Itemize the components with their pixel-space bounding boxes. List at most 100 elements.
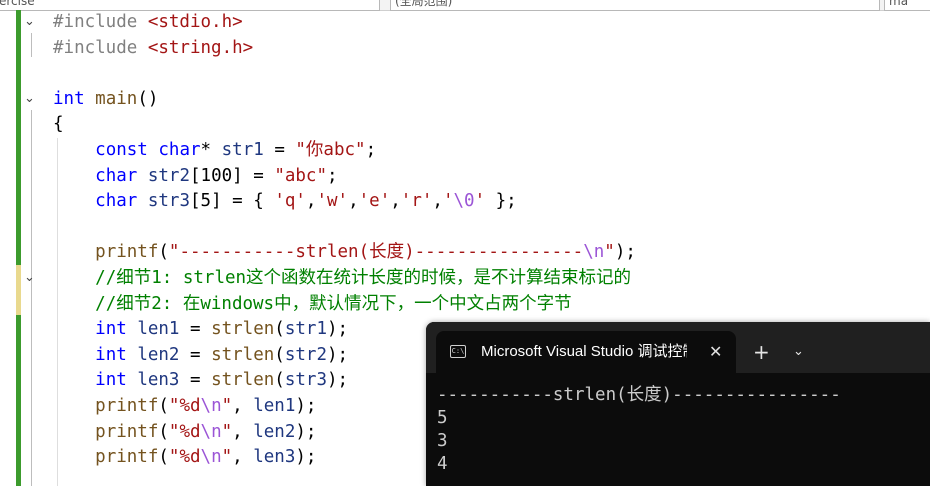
close-icon[interactable]: ✕: [709, 342, 722, 362]
code-token: char: [95, 165, 138, 186]
code-token: "%d: [168, 421, 201, 442]
code-token: =: [179, 370, 212, 391]
code-token: 'w': [316, 191, 349, 212]
code-token: str3: [284, 370, 327, 391]
change-bar-saved: [16, 10, 21, 265]
code-line[interactable]: printf("-----------strlen(长度)-----------…: [53, 240, 636, 266]
code-token: ,: [232, 395, 254, 416]
code-token: "-----------strlen(长度)----------------: [168, 242, 584, 263]
code-token: ": [221, 395, 233, 416]
code-token: (: [158, 421, 169, 442]
code-token: \n: [200, 447, 222, 468]
new-tab-button[interactable]: +: [753, 342, 770, 362]
code-line[interactable]: {: [53, 112, 636, 138]
code-line[interactable]: char str2[100] = "abc";: [53, 164, 636, 190]
code-token: ,: [390, 191, 401, 212]
code-token: const: [95, 139, 148, 160]
code-token: );: [327, 370, 349, 391]
console-tab-title: Microsoft Visual Studio 调试控制台: [481, 343, 687, 360]
code-token: \0: [453, 191, 475, 212]
collapse-chevron-icon[interactable]: ⌄: [24, 92, 38, 106]
code-token: "%d: [168, 395, 201, 416]
code-token: int: [53, 88, 85, 109]
code-token: "%d: [168, 447, 201, 468]
console-output-line: 5: [437, 408, 448, 428]
code-token: len1: [137, 319, 180, 340]
code-token: len2: [137, 344, 180, 365]
code-token: //细节2: 在windows中，默认情况下，一个中文占两个字节: [95, 293, 572, 314]
code-token: #include: [53, 37, 148, 58]
collapse-chevron-icon[interactable]: ⌄: [24, 271, 38, 285]
code-token: len1: [253, 395, 296, 416]
code-token: ': [442, 191, 454, 212]
code-token: ,: [305, 191, 317, 212]
code-token: ": [221, 447, 233, 468]
code-token: );: [295, 421, 317, 442]
code-token: #include: [53, 12, 148, 32]
code-token: 'e': [358, 191, 391, 212]
outline-guide: [31, 110, 32, 486]
change-bar-saved: [16, 315, 21, 486]
code-line[interactable]: char str3[5] = { 'q','w','e','r','\0' };: [53, 189, 636, 215]
code-line[interactable]: //细节1: strlen这个函数在统计长度的时候，是不计算结束标记的: [53, 266, 636, 292]
code-line[interactable]: int main(): [53, 87, 636, 113]
code-token: <string.h>: [147, 37, 254, 58]
console-tab[interactable]: C:\ Microsoft Visual Studio 调试控制台 ✕: [436, 331, 736, 373]
code-line[interactable]: [53, 61, 636, 87]
code-token: int: [95, 344, 127, 365]
code-token: \n: [583, 242, 605, 263]
console-tab-bar: C:\ Microsoft Visual Studio 调试控制台 ✕ + ⌄: [426, 322, 930, 373]
member-dropdown-label: ma: [889, 0, 909, 8]
code-line[interactable]: #include <stdio.h>: [53, 10, 636, 36]
code-token: strlen: [211, 344, 275, 365]
console-output-line: 4: [437, 454, 448, 474]
code-token: *: [200, 139, 222, 160]
code-line[interactable]: #include <string.h>: [53, 36, 636, 62]
code-token: ;: [327, 165, 338, 186]
code-token: int: [95, 370, 127, 391]
code-token: );: [295, 447, 317, 468]
code-token: printf: [95, 421, 159, 442]
change-bar-unsaved: [16, 265, 21, 315]
code-token: main: [95, 88, 138, 109]
code-token: \n: [200, 421, 222, 442]
code-token: ,: [232, 447, 254, 468]
code-token: 'r': [400, 191, 433, 212]
member-dropdown[interactable]: ma: [884, 0, 930, 11]
code-token: (: [158, 395, 169, 416]
code-line[interactable]: const char* str1 = "你abc";: [53, 138, 636, 164]
code-token: len3: [253, 447, 296, 468]
code-token: str2: [147, 165, 191, 186]
code-token: char: [95, 191, 138, 212]
code-token: ,: [232, 421, 254, 442]
code-token: "abc": [274, 165, 327, 186]
code-line[interactable]: //细节2: 在windows中，默认情况下，一个中文占两个字节: [53, 292, 636, 318]
code-token: printf: [95, 447, 159, 468]
scope-dropdown-label: (全局范围): [395, 0, 453, 8]
code-token: strlen: [211, 370, 275, 391]
code-line[interactable]: [53, 215, 636, 241]
outline-guide: [31, 33, 32, 57]
code-token: =: [179, 344, 212, 365]
code-token: ,: [348, 191, 359, 212]
code-token: "你abc": [295, 139, 366, 160]
chevron-down-icon[interactable]: ⌄: [793, 344, 804, 360]
console-icon: C:\: [450, 345, 466, 358]
code-token: );: [295, 395, 317, 416]
code-token: str1: [221, 139, 264, 160]
console-output-line: -----------strlen(长度)----------------: [437, 385, 841, 405]
code-token: };: [485, 191, 517, 212]
collapse-chevron-icon[interactable]: ⌄: [24, 15, 38, 29]
code-token: strlen: [211, 319, 275, 340]
